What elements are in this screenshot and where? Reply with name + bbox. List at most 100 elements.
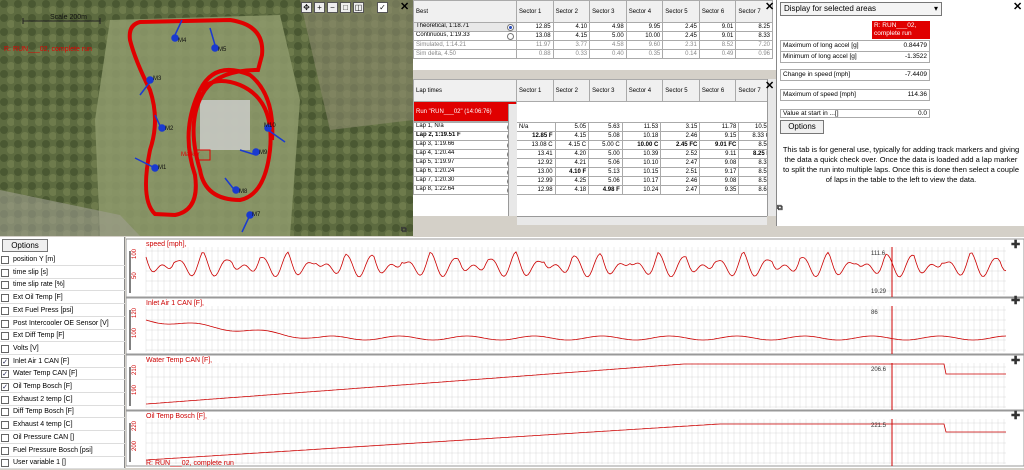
table-row[interactable]: Theoretical, 1:18.71 12.85 4.10 4.98 9.9… <box>413 22 773 32</box>
channel-checkbox[interactable] <box>1 306 9 315</box>
channel-checkbox[interactable] <box>1 408 9 417</box>
channel-checkbox[interactable] <box>1 459 9 468</box>
channel-checkbox[interactable] <box>1 294 9 303</box>
col-header[interactable]: Sector 4 <box>625 0 664 23</box>
col-header[interactable]: Sector 2 <box>552 79 591 102</box>
pan-tool-icon[interactable]: ✥ <box>301 2 312 13</box>
channel-item[interactable]: time slip rate [%] <box>0 279 125 292</box>
col-header[interactable]: Sector 5 <box>662 79 700 102</box>
add-graph-icon[interactable]: ✚ <box>1011 354 1020 367</box>
col-header[interactable]: Sector 2 <box>552 0 591 23</box>
channel-checkbox[interactable] <box>1 319 9 328</box>
channel-item[interactable]: Ext Fuel Press [psi] <box>0 305 125 317</box>
options-button[interactable]: Options <box>2 239 48 252</box>
min-value: 19.29 <box>871 289 887 295</box>
zoom-fit-icon[interactable]: □ <box>340 2 351 13</box>
channel-item[interactable]: Ext Oil Temp [F] <box>0 292 125 305</box>
channel-item[interactable]: User variable 1 [] <box>0 457 125 470</box>
graph-panel[interactable] <box>125 297 1024 355</box>
graph-panel[interactable] <box>125 354 1024 411</box>
cell: 0.49 <box>698 49 737 59</box>
resize-icon[interactable]: ⧉ <box>777 203 783 213</box>
radio-button[interactable] <box>507 33 514 40</box>
col-header[interactable]: Sector 3 <box>589 0 627 23</box>
marker-label: M1 <box>158 165 167 171</box>
stat-value: -1.3522 <box>904 53 927 60</box>
table-row[interactable]: Lap 4, 1:20.44 13.41 4.20 5.00 10.39 2.52 9.11… <box>413 149 767 159</box>
table-row[interactable]: Continuous, 1:19.33 13.08 4.15 5.00 10.0… <box>413 31 773 41</box>
col-header[interactable]: Sector 7 <box>735 79 767 102</box>
channel-item[interactable]: position Y [m] <box>0 254 125 266</box>
options-button[interactable]: Options <box>780 120 824 134</box>
channel-checkbox[interactable]: ✓ <box>1 383 9 391</box>
cell: 10.00 C <box>621 140 662 150</box>
channel-checkbox[interactable] <box>1 332 9 341</box>
map-checkbox[interactable]: ✓ <box>377 2 388 13</box>
add-graph-icon[interactable]: ✚ <box>1011 409 1020 422</box>
table-row[interactable]: Lap 5, 1:19.97 12.92 4.21 5.06 10.10 2.47 9.08… <box>413 158 767 168</box>
add-graph-icon[interactable]: ✚ <box>1011 294 1020 307</box>
channel-checkbox[interactable] <box>1 281 9 290</box>
lap-table-scrollbar[interactable] <box>767 79 776 216</box>
channel-item[interactable]: ✓ Inlet Air 1 CAN [F] <box>0 356 125 368</box>
channel-item[interactable]: ✓ Water Temp CAN [F] <box>0 368 125 381</box>
channel-item[interactable]: Fuel Pressure Bosch [psi] <box>0 445 125 457</box>
channel-checkbox[interactable] <box>1 344 9 353</box>
table-row[interactable]: Lap 8, 1:22.64 12.98 4.18 4.98 F 10.24 2.47 9.… <box>413 185 767 195</box>
zoom-select-icon[interactable]: ◫ <box>353 2 364 13</box>
table-row[interactable]: Lap 6, 1:20.24 13.00 4.10 F 5.13 10.15 2.51 9.… <box>413 167 767 177</box>
channel-item[interactable]: Oil Pressure CAN [] <box>0 432 125 444</box>
channel-checkbox[interactable] <box>1 433 9 442</box>
channel-item[interactable]: Diff Temp Bosch [F] <box>0 406 125 419</box>
channel-item[interactable]: Exhaust 2 temp [C] <box>0 394 125 406</box>
radio-button[interactable] <box>507 24 514 31</box>
cell: 8.37 <box>738 158 767 168</box>
channel-checkbox[interactable]: ✓ <box>1 370 9 379</box>
table-row[interactable]: Lap 1, N/a N/a5.055.6311.533.1511.7810.56 <box>413 122 767 132</box>
channel-item[interactable]: Ext Diff Temp [F] <box>0 330 125 343</box>
channel-checkbox[interactable] <box>1 395 9 404</box>
zoom-out-icon[interactable]: − <box>327 2 338 13</box>
display-dropdown[interactable]: Display for selected areas ▾ <box>780 2 942 16</box>
channel-item[interactable]: ✓ Oil Temp Bosch [F] <box>0 381 125 393</box>
row-label: Simulated, 1:14.21 <box>413 40 517 50</box>
channel-item[interactable]: Exhaust 4 temp [C] <box>0 419 125 432</box>
col-header[interactable]: Sector 6 <box>698 0 737 23</box>
col-header[interactable]: Sector 3 <box>589 79 627 102</box>
col-header[interactable]: Sector 1 <box>516 0 554 23</box>
table-row[interactable]: Lap 2, 1:19.51 F 12.85 F 4.15 5.08 10.18 2.46… <box>413 131 767 141</box>
best-table: Best Sector 1 Sector 2 Sector 3 Sector 4… <box>413 0 776 70</box>
zoom-in-icon[interactable]: + <box>314 2 325 13</box>
map-canvas <box>0 0 413 236</box>
close-icon[interactable]: ✕ <box>765 79 774 92</box>
channel-item[interactable]: Volts [V] <box>0 343 125 355</box>
lap-table-hscrollbar[interactable] <box>517 216 767 225</box>
close-icon[interactable]: ✕ <box>400 0 409 13</box>
graph-area[interactable]: speed [mph], 100 50 111.6 19.29 Inlet Air 1 C… <box>125 237 1024 468</box>
graph-canvas[interactable]: speed [mph], 100 50 111.6 19.29 Inlet Air 1 C… <box>125 237 1024 468</box>
table-row[interactable]: Lap 7, 1:20.30 12.99 4.25 5.06 10.17 2.46 9.08… <box>413 176 767 186</box>
channel-checkbox[interactable] <box>1 446 9 455</box>
channel-checkbox[interactable] <box>1 421 9 430</box>
close-icon[interactable]: ✕ <box>1013 0 1022 13</box>
channel-checkbox[interactable]: ✓ <box>1 357 9 366</box>
channel-item[interactable]: time slip [s] <box>0 267 125 279</box>
col-header[interactable]: Sector 6 <box>698 79 737 102</box>
col-header[interactable]: Sector 4 <box>625 79 664 102</box>
close-icon[interactable]: ✕ <box>765 0 774 13</box>
graph-panel[interactable] <box>125 238 1024 298</box>
add-graph-icon[interactable]: ✚ <box>1011 238 1020 251</box>
run-label[interactable]: Run "RUN___02" (14:06:76) <box>413 101 517 122</box>
stats-panel: Display for selected areas ▾ ✕ R: RUN___0… <box>776 0 1024 236</box>
run-row[interactable]: Run "RUN___02" (14:06:76) <box>413 101 768 122</box>
channel-item[interactable]: Post Intercooler OE Sensor [V] <box>0 318 125 330</box>
col-header[interactable]: Sector 1 <box>516 79 554 102</box>
channel-checkbox[interactable] <box>1 268 9 277</box>
lap-label-scrollbar[interactable] <box>508 104 517 216</box>
track-map[interactable]: Scale 200m R: RUN___02, complete run M4 … <box>0 0 413 236</box>
table-row[interactable]: Lap 3, 1:19.66 13.08 C 4.15 C 5.00 C 10.00 C… <box>413 140 767 150</box>
resize-icon[interactable]: ⧉ <box>401 225 407 235</box>
graph-panel[interactable] <box>125 410 1024 467</box>
col-header[interactable]: Sector 5 <box>662 0 700 23</box>
channel-checkbox[interactable] <box>1 256 9 264</box>
